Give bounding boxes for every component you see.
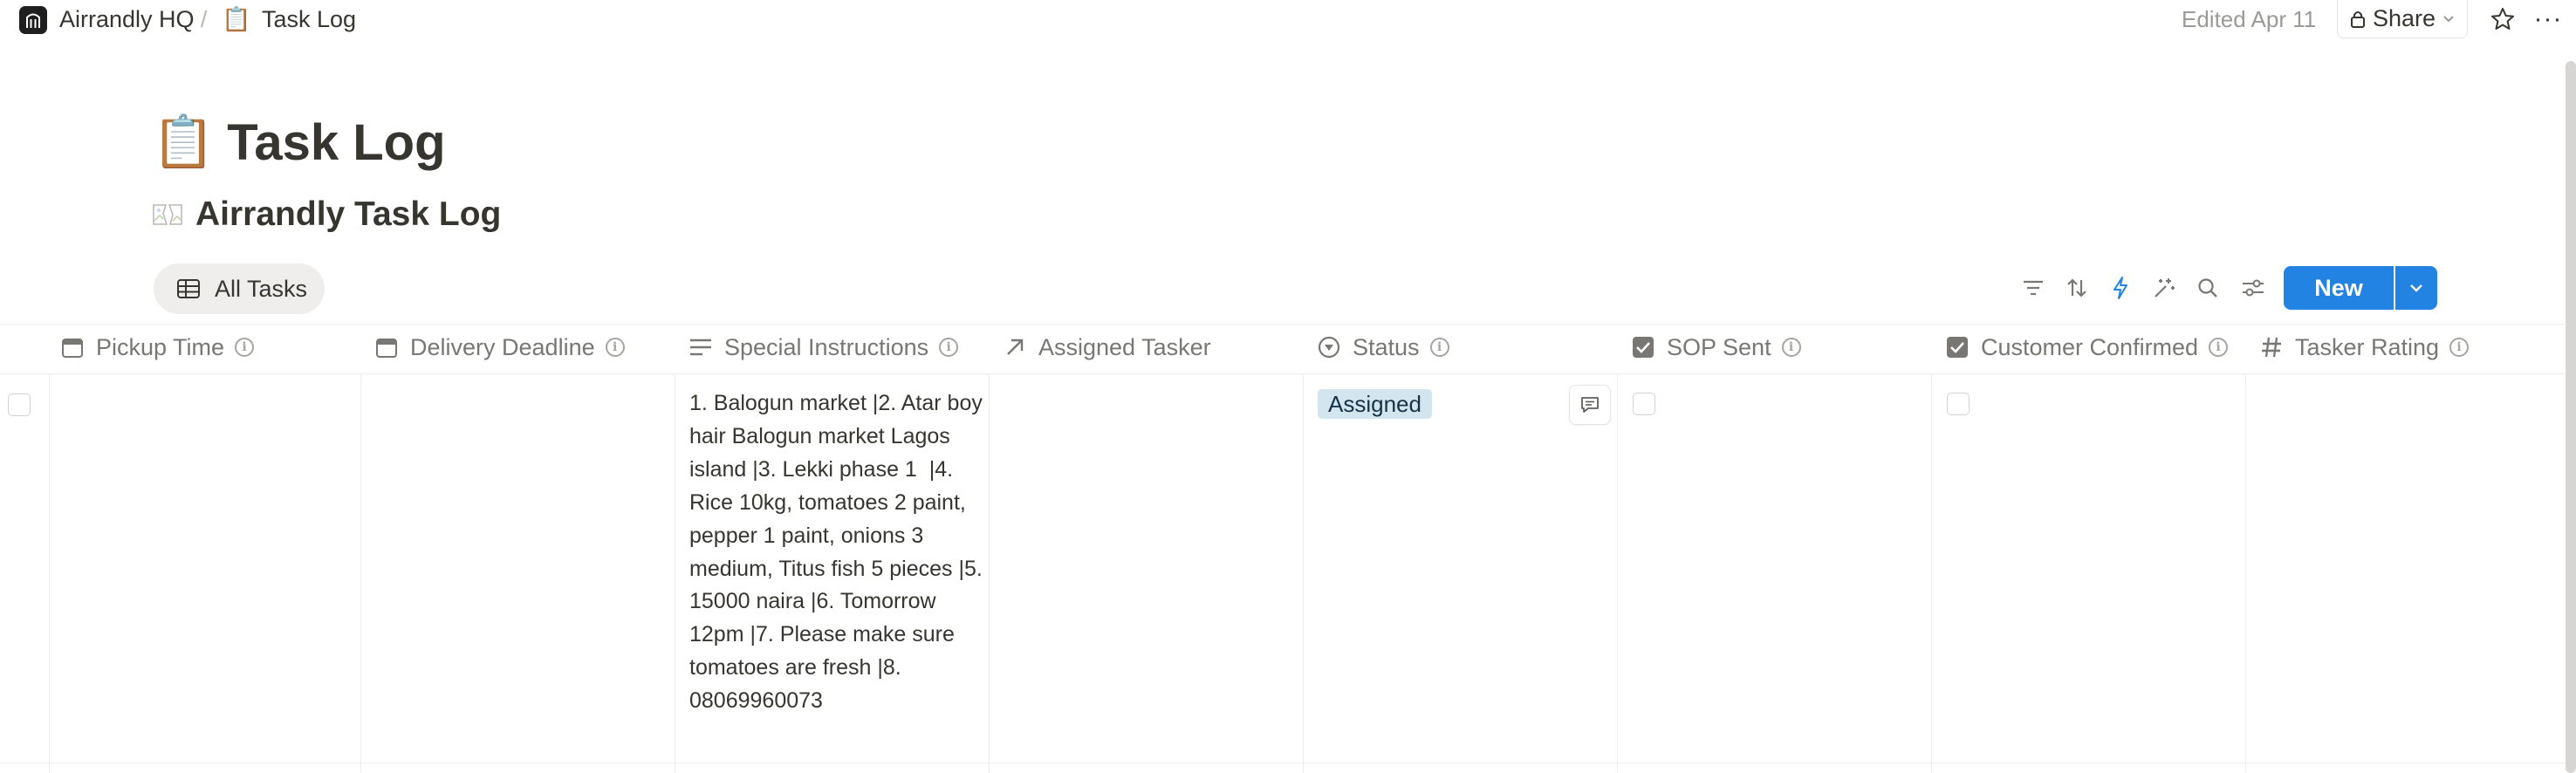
- info-icon[interactable]: i: [1429, 338, 1449, 357]
- info-icon[interactable]: i: [939, 338, 959, 357]
- scrollbar[interactable]: [2566, 61, 2576, 773]
- column-header-label: Assigned Tasker: [1038, 333, 1211, 360]
- column-header-customer-confirmed[interactable]: Customer Confirmed i: [1944, 325, 2229, 370]
- checkbox-icon: [1630, 334, 1656, 360]
- calendar-icon: [59, 334, 86, 360]
- sop-sent-checkbox[interactable]: [1633, 393, 1655, 415]
- column-header-label: Tasker Rating: [2295, 333, 2440, 360]
- text-lines-icon: [688, 334, 714, 360]
- info-icon[interactable]: i: [1781, 338, 1801, 357]
- chevron-down-icon: [2410, 284, 2422, 292]
- row-select-checkbox[interactable]: [8, 393, 31, 416]
- page-emoji[interactable]: 📋: [152, 113, 215, 172]
- column-header-label: Pickup Time: [96, 333, 225, 360]
- workspace-icon[interactable]: [19, 6, 47, 34]
- column-header-special-instructions[interactable]: Special Instructions i: [688, 325, 959, 370]
- broken-image-icon: [152, 201, 183, 229]
- column-divider: [1617, 373, 1618, 773]
- comment-icon: [1581, 397, 1599, 413]
- column-header-delivery-deadline[interactable]: Delivery Deadline i: [373, 325, 625, 370]
- page-title: 📋 Task Log: [152, 105, 446, 180]
- search-icon[interactable]: [2190, 270, 2225, 305]
- customer-confirmed-checkbox[interactable]: [1947, 393, 1970, 415]
- breadcrumb-separator: /: [201, 5, 208, 32]
- column-header-status[interactable]: Status i: [1316, 325, 1449, 370]
- cell-assigned-tasker[interactable]: [990, 374, 1303, 763]
- breadcrumb-page[interactable]: Task Log: [262, 3, 356, 35]
- ai-sparkle-icon[interactable]: [2147, 270, 2182, 305]
- table-icon: [177, 279, 200, 298]
- column-header-label: SOP Sent: [1667, 333, 1771, 360]
- automation-lightning-icon[interactable]: [2103, 270, 2138, 305]
- column-header-pickup-time[interactable]: Pickup Time i: [59, 325, 255, 370]
- favorite-star-icon[interactable]: [2485, 2, 2520, 37]
- checkbox-icon: [1944, 334, 1970, 360]
- info-icon[interactable]: i: [605, 338, 625, 357]
- chevron-down-icon: [2443, 15, 2454, 22]
- new-options-button[interactable]: [2395, 266, 2437, 310]
- view-settings-icon[interactable]: [2236, 270, 2271, 305]
- number-icon: [2258, 334, 2285, 360]
- cell-special-instructions[interactable]: 1. Balogun market |2. Atar boy hair Balo…: [689, 387, 990, 718]
- column-header-assigned-tasker[interactable]: Assigned Tasker: [1002, 325, 1211, 370]
- view-tab-label: All Tasks: [215, 275, 308, 302]
- cell-pickup-time[interactable]: [50, 374, 360, 763]
- view-tab-all-tasks[interactable]: All Tasks: [154, 263, 325, 314]
- relation-arrow-icon: [1002, 334, 1028, 360]
- column-divider: [1931, 373, 1932, 773]
- lock-icon: [2350, 10, 2365, 28]
- new-button[interactable]: New: [2284, 266, 2394, 310]
- calendar-icon: [373, 334, 400, 360]
- status-badge[interactable]: Assigned: [1318, 389, 1432, 419]
- column-header-tasker-rating[interactable]: Tasker Rating i: [2258, 325, 2470, 370]
- database-title-text[interactable]: Airrandly Task Log: [195, 195, 501, 234]
- share-button[interactable]: Share: [2337, 0, 2468, 38]
- column-header-label: Customer Confirmed: [1981, 333, 2199, 360]
- column-header-label: Delivery Deadline: [410, 333, 595, 360]
- share-label: Share: [2372, 5, 2436, 31]
- more-options-button[interactable]: ···: [2526, 2, 2570, 37]
- info-icon[interactable]: i: [2449, 338, 2470, 357]
- sort-icon[interactable]: [2059, 270, 2094, 305]
- breadcrumb-workspace[interactable]: Airrandly HQ: [59, 3, 195, 35]
- breadcrumb-page-emoji: 📋: [222, 6, 251, 32]
- info-icon[interactable]: i: [2209, 338, 2229, 357]
- column-header-label: Special Instructions: [724, 333, 929, 360]
- cell-delivery-deadline[interactable]: [361, 374, 675, 763]
- status-icon: [1316, 334, 1342, 360]
- comment-button[interactable]: [1569, 385, 1611, 425]
- page-title-text[interactable]: Task Log: [227, 113, 445, 172]
- cell-tasker-rating[interactable]: [2246, 374, 2566, 763]
- info-icon[interactable]: i: [235, 338, 255, 357]
- column-header-sop-sent[interactable]: SOP Sent i: [1630, 325, 1801, 370]
- database-title: Airrandly Task Log: [152, 190, 501, 239]
- column-header-label: Status: [1353, 333, 1420, 360]
- column-divider: [1303, 373, 1304, 773]
- filter-icon[interactable]: [2016, 270, 2051, 305]
- edited-timestamp: Edited Apr 11: [2182, 5, 2317, 32]
- top-bar: Airrandly HQ / 📋 Task Log Edited Apr 11 …: [0, 0, 2576, 38]
